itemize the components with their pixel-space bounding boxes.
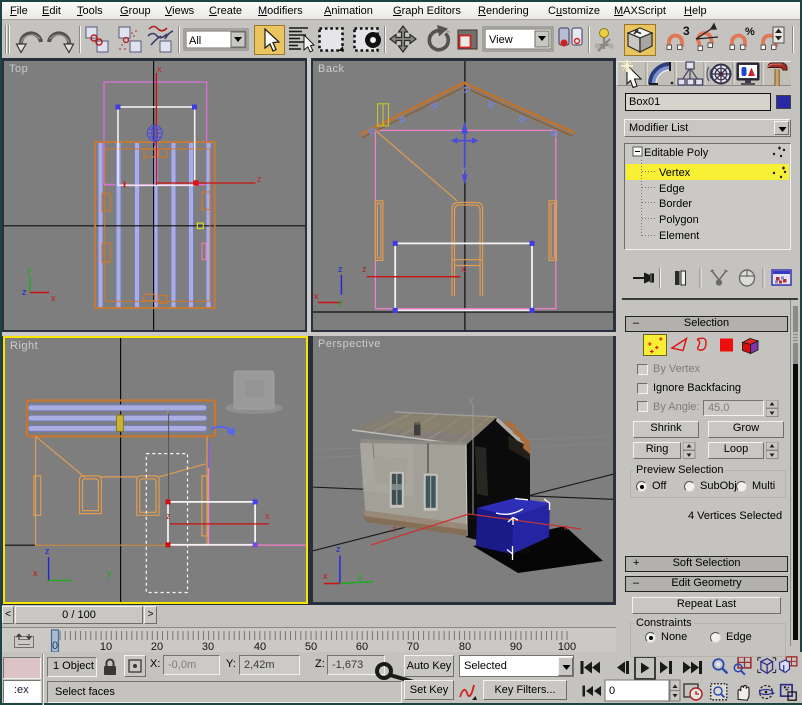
svg-text:x: x <box>33 568 38 578</box>
svg-text:3: 3 <box>683 24 690 38</box>
svg-text:0: 0 <box>609 685 615 697</box>
svg-text:Edge: Edge <box>659 183 685 195</box>
svg-text:y: y <box>107 568 112 578</box>
svg-text:All: All <box>189 35 201 47</box>
svg-text:z: z <box>336 544 341 554</box>
svg-text:y: y <box>27 265 32 275</box>
svg-text:View: View <box>489 34 513 46</box>
svg-text:Border: Border <box>659 198 692 210</box>
svg-text:z: z <box>45 546 50 556</box>
svg-text:Polygon: Polygon <box>659 214 699 226</box>
svg-text:y: y <box>338 297 343 307</box>
svg-text:x: x <box>323 571 328 581</box>
svg-text:z: z <box>362 264 367 274</box>
svg-text:0: 0 <box>52 640 58 652</box>
svg-text:Vertex: Vertex <box>659 167 691 179</box>
svg-text:z: z <box>392 524 397 534</box>
svg-text:R: R <box>549 128 562 139</box>
svg-text:x: x <box>564 522 569 532</box>
svg-text:z: z <box>257 174 262 184</box>
svg-text:z: z <box>338 264 343 274</box>
svg-text:y: y <box>358 571 363 581</box>
svg-text:x: x <box>461 264 466 274</box>
svg-text:x: x <box>265 511 270 521</box>
svg-text:%: % <box>745 26 755 38</box>
svg-text:y: y <box>469 394 474 404</box>
svg-text:Editable Poly: Editable Poly <box>644 147 709 159</box>
svg-text:Element: Element <box>659 230 699 242</box>
svg-text:y: y <box>462 164 467 174</box>
svg-text:x: x <box>157 64 162 74</box>
svg-text:x: x <box>314 291 319 301</box>
svg-text:x: x <box>51 293 56 303</box>
svg-text:R: R <box>460 85 472 95</box>
svg-text:R: R <box>427 101 440 112</box>
svg-text:z: z <box>166 511 171 521</box>
svg-text:z: z <box>22 287 27 297</box>
